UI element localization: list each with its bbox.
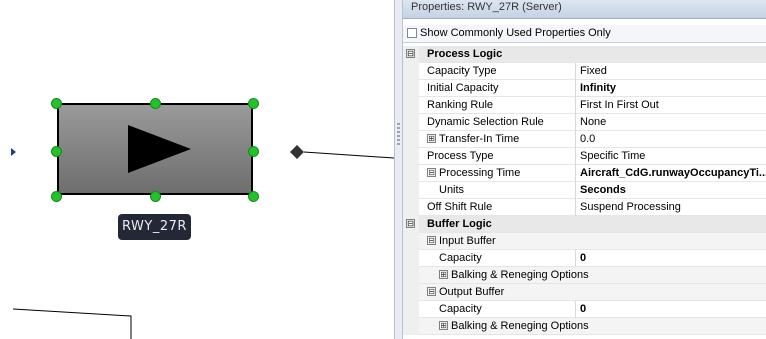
properties-panel: Properties: RWY_27R (Server) Show Common…: [403, 0, 766, 339]
output-connector-line[interactable]: [303, 151, 394, 159]
property-group-row[interactable]: ⊟ Output Buffer: [403, 284, 766, 301]
selection-handle[interactable]: [150, 191, 161, 202]
property-name: Input Buffer: [439, 235, 496, 247]
expand-plus-icon[interactable]: ⊞: [439, 321, 448, 330]
property-row[interactable]: Capacity 0: [403, 250, 766, 267]
collapse-minus-icon[interactable]: ⊟: [427, 236, 436, 245]
row-gutter: [403, 114, 419, 131]
row-gutter: [403, 199, 419, 216]
model-canvas[interactable]: RWY_27R: [0, 0, 394, 339]
property-row[interactable]: Units Seconds: [403, 182, 766, 199]
row-gutter: [403, 301, 419, 318]
play-triangle-icon: [128, 125, 191, 173]
row-gutter: [403, 284, 419, 301]
property-row[interactable]: Ranking Rule First In First Out: [403, 97, 766, 114]
property-name: Off Shift Rule: [427, 201, 493, 213]
row-gutter: [403, 267, 419, 284]
show-common-checkbox[interactable]: [407, 28, 417, 38]
property-name: Transfer-In Time: [439, 133, 520, 145]
properties-title-bar: Properties: RWY_27R (Server): [403, 0, 766, 19]
property-value[interactable]: Aircraft_CdG.runwayOccupancyTi...: [580, 165, 766, 181]
property-value[interactable]: Specific Time: [580, 148, 645, 164]
property-name: Initial Capacity: [427, 82, 499, 94]
row-gutter: [403, 80, 419, 97]
collapse-minus-icon[interactable]: ⊟: [406, 49, 415, 58]
property-value[interactable]: None: [580, 114, 606, 130]
property-name: Capacity Type: [427, 65, 497, 77]
panel-splitter[interactable]: [394, 0, 403, 339]
row-gutter: [403, 148, 419, 165]
property-value[interactable]: Seconds: [580, 182, 626, 198]
property-value[interactable]: 0: [580, 250, 586, 266]
property-name: Balking & Reneging Options: [451, 269, 589, 281]
properties-toolbar: Show Commonly Used Properties Only: [403, 25, 766, 43]
property-row[interactable]: Initial Capacity Infinity: [403, 80, 766, 97]
property-value[interactable]: Fixed: [580, 63, 607, 79]
property-name: Units: [439, 184, 465, 196]
selection-handle[interactable]: [248, 191, 259, 202]
row-gutter: [403, 165, 419, 182]
selection-handle[interactable]: [51, 191, 62, 202]
property-row[interactable]: Process Type Specific Time: [403, 148, 766, 165]
input-node-arrow-icon[interactable]: [11, 148, 16, 156]
property-value[interactable]: Suspend Processing: [580, 199, 681, 215]
row-gutter: [403, 63, 419, 80]
property-category-row[interactable]: ⊟ Process Logic: [403, 46, 766, 63]
selection-handle[interactable]: [51, 98, 62, 109]
property-row[interactable]: Capacity Type Fixed: [403, 63, 766, 80]
row-gutter: [403, 97, 419, 114]
property-name: Process Logic: [427, 48, 503, 60]
property-group-row[interactable]: ⊞ Balking & Reneging Options: [403, 318, 766, 335]
object-name-label[interactable]: RWY_27R: [118, 214, 191, 240]
row-gutter: [403, 233, 419, 250]
row-gutter: [403, 318, 419, 335]
selection-handle[interactable]: [150, 98, 161, 109]
property-row[interactable]: ⊟ Processing Time Aircraft_CdG.runwayOccup…: [403, 165, 766, 182]
path-line[interactable]: [12, 308, 132, 339]
property-row[interactable]: Off Shift Rule Suspend Processing: [403, 199, 766, 216]
property-row[interactable]: Dynamic Selection Rule None: [403, 114, 766, 131]
property-value[interactable]: 0: [580, 301, 586, 317]
selection-handle[interactable]: [248, 98, 259, 109]
collapse-minus-icon[interactable]: ⊟: [427, 287, 436, 296]
property-category-row[interactable]: ⊟ Buffer Logic: [403, 216, 766, 233]
row-gutter: [403, 250, 419, 267]
selection-handle[interactable]: [51, 146, 62, 157]
property-name: Processing Time: [439, 167, 521, 179]
property-name: Process Type: [427, 150, 494, 162]
property-grid: ⊟ Process Logic Capacity Type Fixed Initial …: [403, 46, 766, 335]
row-gutter: [403, 182, 419, 199]
selection-handle[interactable]: [248, 146, 259, 157]
show-common-label[interactable]: Show Commonly Used Properties Only: [420, 25, 611, 42]
collapse-minus-icon[interactable]: ⊟: [427, 168, 436, 177]
expand-plus-icon[interactable]: ⊞: [439, 270, 448, 279]
property-name: Capacity: [439, 303, 482, 315]
property-name: Balking & Reneging Options: [451, 320, 589, 332]
property-name: Dynamic Selection Rule: [427, 116, 544, 128]
property-name: Capacity: [439, 252, 482, 264]
property-value[interactable]: Infinity: [580, 80, 616, 96]
property-name: Output Buffer: [439, 286, 505, 298]
property-group-row[interactable]: ⊞ Balking & Reneging Options: [403, 267, 766, 284]
collapse-minus-icon[interactable]: ⊟: [406, 219, 415, 228]
expand-plus-icon[interactable]: ⊞: [427, 134, 436, 143]
property-row[interactable]: Capacity 0: [403, 301, 766, 318]
output-node-diamond-icon[interactable]: [290, 145, 304, 159]
property-value[interactable]: 0.0: [580, 131, 595, 147]
properties-title: Properties: RWY_27R (Server): [411, 1, 562, 13]
property-name: Buffer Logic: [427, 218, 492, 230]
property-group-row[interactable]: ⊟ Input Buffer: [403, 233, 766, 250]
property-value[interactable]: First In First Out: [580, 97, 659, 113]
server-object[interactable]: [57, 103, 253, 195]
property-row[interactable]: ⊞ Transfer-In Time 0.0: [403, 131, 766, 148]
row-gutter: [403, 131, 419, 148]
property-name: Ranking Rule: [427, 99, 494, 111]
